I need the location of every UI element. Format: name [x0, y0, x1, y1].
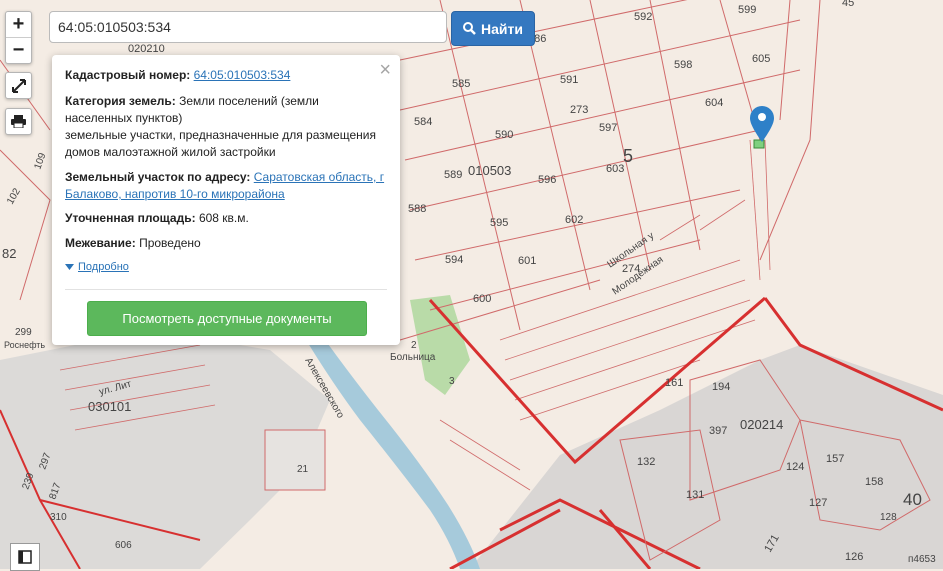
address-label: Земельный участок по адресу:	[65, 170, 251, 184]
map-label: 310	[50, 512, 67, 523]
map-label: 592	[634, 11, 652, 23]
map-label: 020214	[740, 417, 783, 432]
cadastral-number-row: Кадастровый номер: 64:05:010503:534	[65, 67, 387, 84]
search-input[interactable]	[49, 11, 447, 43]
search-button-label: Найти	[481, 20, 523, 37]
details-label: Подробно	[78, 261, 129, 273]
area-row: Уточненная площадь: 608 кв.м.	[65, 210, 387, 227]
zoom-in-button[interactable]: +	[6, 12, 31, 38]
cadastral-number-link[interactable]: 64:05:010503:534	[194, 68, 291, 82]
area-label: Уточненная площадь:	[65, 211, 196, 225]
survey-value: Проведено	[139, 236, 201, 250]
map-label: 595	[490, 217, 508, 229]
print-control	[5, 108, 32, 135]
details-link[interactable]: Подробно	[65, 261, 129, 273]
map-label: 603	[606, 163, 624, 175]
parcel-info-popup: × Кадастровый номер: 64:05:010503:534 Ка…	[52, 55, 400, 345]
survey-row: Межевание: Проведено	[65, 235, 387, 252]
map-label: 585	[452, 78, 470, 90]
chevron-down-icon	[65, 264, 74, 270]
printer-icon	[11, 115, 26, 128]
map-label: 600	[473, 293, 491, 305]
map-label: п4653	[908, 554, 936, 565]
map-label: Роснефть	[4, 340, 45, 350]
map-label: 157	[826, 453, 844, 465]
map-label: 273	[570, 104, 588, 116]
map-label: 589	[444, 169, 462, 181]
layers-button[interactable]	[10, 543, 40, 571]
survey-label: Межевание:	[65, 236, 136, 250]
map-label: 605	[752, 53, 770, 65]
map-label: 126	[845, 551, 863, 563]
map-label: 3	[449, 376, 455, 387]
map-label: 604	[705, 97, 723, 109]
map-label: 40	[903, 490, 922, 509]
map-label: 599	[738, 4, 756, 16]
address-row: Земельный участок по адресу: Саратовская…	[65, 169, 387, 203]
map-label: 030101	[88, 399, 131, 414]
land-usage-text: земельные участки, предназначенные для р…	[65, 128, 376, 159]
map-label: 5	[623, 146, 633, 166]
map-label: 010503	[468, 163, 511, 178]
area-value: 608 кв.м.	[198, 211, 249, 225]
map-label: 194	[712, 381, 730, 393]
zoom-out-button[interactable]: −	[6, 38, 31, 63]
map-label: 588	[408, 203, 426, 215]
map-label: 397	[709, 425, 727, 437]
map-label: 128	[880, 512, 897, 523]
view-documents-button[interactable]: Посмотреть доступные документы	[87, 301, 367, 336]
search-icon	[463, 22, 476, 35]
map-label: 596	[538, 174, 556, 186]
map-label: 597	[599, 122, 617, 134]
map-label: 124	[786, 461, 804, 473]
search-button[interactable]: Найти	[451, 11, 535, 46]
map-label: 591	[560, 74, 578, 86]
map-label: 45	[842, 0, 854, 9]
map-label: 584	[414, 116, 432, 128]
land-category-label: Категория земель:	[65, 94, 176, 108]
fullscreen-button[interactable]	[6, 73, 31, 98]
map-label: Больница	[390, 352, 436, 363]
map-label: 598	[674, 59, 692, 71]
map-label: 602	[565, 214, 583, 226]
map-label: 161	[665, 377, 683, 389]
map-label: 606	[115, 540, 132, 551]
map-label: 158	[865, 476, 883, 488]
print-button[interactable]	[6, 109, 31, 134]
map-label: 132	[637, 456, 655, 468]
map-label: 299	[15, 327, 32, 338]
map-label: 601	[518, 255, 536, 267]
cadastral-number-label: Кадастровый номер:	[65, 68, 191, 82]
zoom-control: + −	[5, 11, 32, 64]
map-label: 590	[495, 129, 513, 141]
map-label: 82	[2, 246, 16, 261]
map-label: 21	[297, 464, 309, 475]
map-label: 594	[445, 254, 463, 266]
expand-icon	[11, 78, 26, 93]
divider	[65, 289, 387, 290]
layers-icon	[18, 550, 32, 564]
map-label: 020210	[128, 43, 165, 55]
map-label: 2	[411, 340, 417, 351]
fullscreen-control	[5, 72, 32, 99]
land-category-row: Категория земель: Земли поселений (земли…	[65, 93, 387, 161]
map-label: 127	[809, 497, 827, 509]
map-label: 131	[686, 489, 704, 501]
